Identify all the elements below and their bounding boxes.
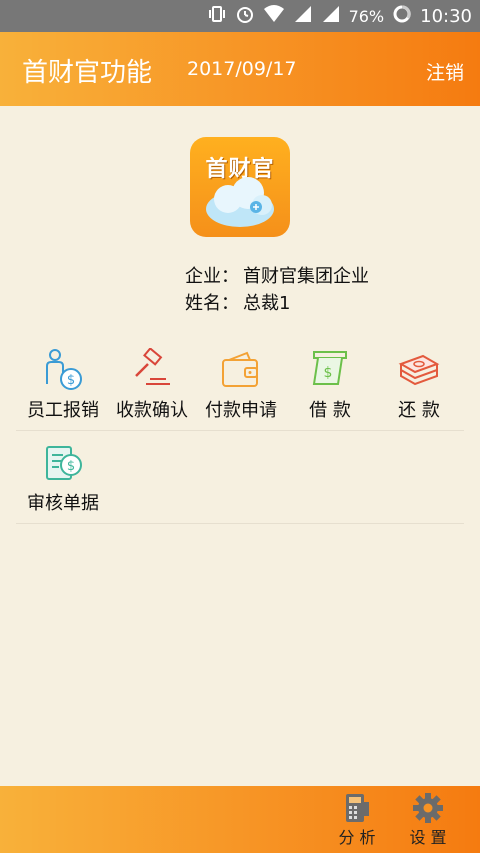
calculator-icon [346, 794, 369, 822]
employee-reimburse-icon: $ [46, 349, 82, 390]
function-label: 收款确认 [116, 400, 188, 421]
nav-settings[interactable]: 设 置 [398, 792, 458, 848]
battery-icon [392, 4, 412, 28]
function-label: 付款申请 [205, 400, 277, 421]
function-employee-reimburse[interactable]: $ 员工报销 [18, 348, 108, 422]
clock: 10:30 [420, 5, 472, 27]
signal-icon-2 [321, 4, 341, 28]
app-header: 首财官功能 2017/09/17 注销 [0, 32, 480, 106]
function-payment-request[interactable]: 付款申请 [196, 348, 286, 422]
company-row: 企业： 首财官集团企业 [185, 262, 369, 288]
function-row-2: $ 审核单据 [16, 431, 464, 524]
function-row-1: $ 员工报销 收款确认 付款申请 $ 借 款 还 款 [16, 340, 464, 431]
document-audit-icon: $ [46, 446, 82, 480]
company-label: 企业： [185, 266, 239, 287]
status-bar: 76% 10:30 [0, 0, 480, 32]
function-label: 借 款 [309, 400, 351, 421]
nav-settings-label: 设 置 [409, 828, 447, 847]
wifi-icon [263, 4, 285, 28]
name-label: 姓名： [185, 293, 239, 314]
app-logo: 首财官 [190, 137, 290, 237]
battery-percent: 76% [348, 6, 385, 26]
cloud-icon [206, 177, 274, 227]
logout-button[interactable]: 注销 [426, 58, 464, 85]
function-label: 还 款 [398, 400, 440, 421]
header-date: 2017/09/17 [187, 58, 297, 80]
name-value: 总裁1 [243, 293, 291, 314]
svg-text:$: $ [67, 373, 75, 388]
bottom-nav: 分 析 设 置 [0, 786, 480, 853]
nav-analyze-label: 分 析 [338, 828, 376, 847]
svg-text:$: $ [324, 365, 333, 381]
function-label: 员工报销 [27, 400, 99, 421]
company-value: 首财官集团企业 [243, 266, 369, 287]
function-document-audit[interactable]: $ 审核单据 [18, 441, 108, 515]
status-indicators: 76% 10:30 [207, 4, 472, 28]
vibrate-icon [207, 4, 227, 28]
page-title: 首财官功能 [22, 58, 153, 88]
nav-analyze[interactable]: 分 析 [327, 792, 387, 848]
alarm-icon [235, 4, 255, 28]
gavel-icon [135, 348, 170, 385]
function-label: 审核单据 [27, 493, 99, 514]
svg-text:$: $ [67, 459, 75, 474]
signal-icon [293, 4, 313, 28]
name-row: 姓名： 总裁1 [185, 289, 290, 315]
function-repay[interactable]: 还 款 [374, 348, 464, 422]
gear-icon [413, 793, 443, 823]
cash-dispense-icon: $ [312, 351, 347, 385]
function-receipt-confirm[interactable]: 收款确认 [107, 348, 197, 422]
function-borrow[interactable]: $ 借 款 [285, 348, 375, 422]
money-stack-icon [398, 354, 440, 386]
wallet-icon [222, 351, 258, 387]
